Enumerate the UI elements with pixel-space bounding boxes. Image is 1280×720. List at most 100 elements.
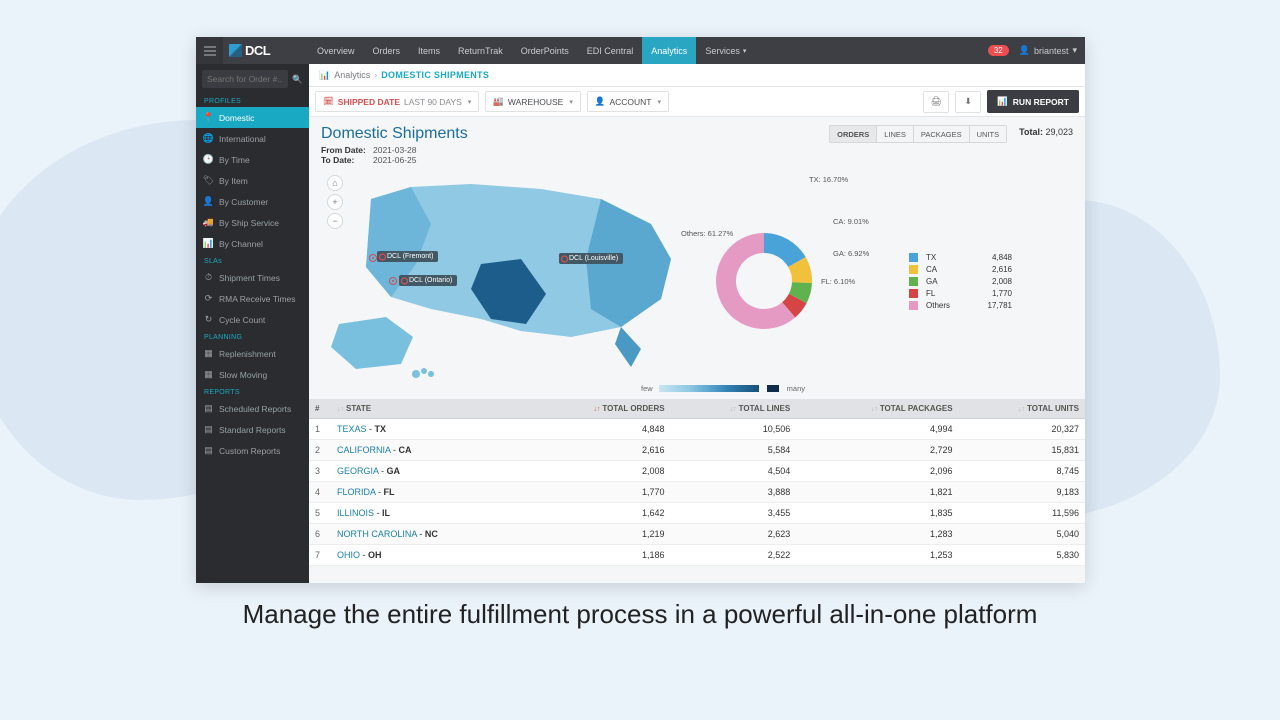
- sidebar-item-standard-reports[interactable]: ▤Standard Reports: [196, 419, 309, 440]
- nav-orders[interactable]: Orders: [364, 37, 410, 64]
- legend-value: 2,008: [972, 277, 1012, 286]
- sidebar-item-by-time[interactable]: 🕒 By Time: [196, 149, 309, 170]
- map-home-button[interactable]: ⌂: [327, 175, 343, 191]
- col-total-units[interactable]: ↓↑TOTAL UNITS: [959, 399, 1085, 419]
- map-pin-ontario[interactable]: [389, 277, 397, 285]
- user-name: briantest: [1034, 46, 1069, 56]
- sidebar-icon: ▤: [204, 445, 213, 456]
- map-zoom-in[interactable]: +: [327, 194, 343, 210]
- row-units: 8,745: [959, 461, 1085, 482]
- table-row[interactable]: 4FLORIDA - FL1,7703,8881,8219,183: [309, 482, 1085, 503]
- menu-toggle[interactable]: [196, 37, 223, 64]
- sidebar-item-by-channel[interactable]: 📊By Channel: [196, 233, 309, 254]
- state-link[interactable]: TEXAS: [337, 424, 367, 434]
- nav-services[interactable]: Services▾: [696, 37, 755, 64]
- table-row[interactable]: 7OHIO - OH1,1862,5221,2535,830: [309, 545, 1085, 566]
- notification-badge[interactable]: 32: [988, 45, 1009, 56]
- nav-orderpoints[interactable]: OrderPoints: [512, 37, 578, 64]
- donut-legend: TX4,848 CA2,616 GA2,008 FL1,770 Others17,781: [909, 250, 1012, 313]
- sidebar-item-by-customer[interactable]: 👤By Customer: [196, 191, 309, 212]
- run-report-button[interactable]: 📊 RUN REPORT: [987, 90, 1079, 113]
- state-link[interactable]: FLORIDA: [337, 487, 376, 497]
- legend-row-fl[interactable]: FL1,770: [909, 289, 1012, 298]
- filter-bar: 🗓 SHIPPED DATE LAST 90 DAYS ▾ 🏭 WAREHOUS…: [309, 87, 1085, 117]
- to-date-label: To Date:: [321, 155, 373, 165]
- col-state[interactable]: ↓↑STATE: [331, 399, 526, 419]
- row-lines: 3,455: [671, 503, 797, 524]
- state-link[interactable]: GEORGIA: [337, 466, 379, 476]
- search-icon[interactable]: 🔍: [292, 74, 303, 85]
- table-row[interactable]: 1TEXAS - TX4,84810,5064,99420,327: [309, 419, 1085, 440]
- map-zoom-out[interactable]: −: [327, 213, 343, 229]
- sidebar-item-slow-moving[interactable]: ▦Slow Moving: [196, 364, 309, 385]
- state-link[interactable]: CALIFORNIA: [337, 445, 391, 455]
- crumb-root[interactable]: Analytics: [334, 70, 370, 80]
- row-lines: 2,623: [671, 524, 797, 545]
- table-row[interactable]: 6NORTH CAROLINA - NC1,2192,6231,2835,040: [309, 524, 1085, 545]
- map-pin-fremont[interactable]: [369, 254, 377, 262]
- topbar: DCL OverviewOrdersItemsReturnTrakOrderPo…: [196, 37, 1085, 64]
- chevron-down-icon: ▾: [1072, 45, 1077, 56]
- segment-lines[interactable]: LINES: [876, 125, 913, 143]
- legend-row-others[interactable]: Others17,781: [909, 301, 1012, 310]
- sidebar-item-domestic[interactable]: 📍Domestic: [196, 107, 309, 128]
- row-index: 7: [309, 545, 331, 566]
- sidebar-icon: 📊: [204, 238, 213, 249]
- col--[interactable]: #: [309, 399, 331, 419]
- donut-chart[interactable]: Others: 61.27% TX: 16.70% CA: 9.01% GA: …: [699, 169, 1073, 393]
- segment-orders[interactable]: ORDERS: [829, 125, 876, 143]
- state-code: CA: [399, 445, 412, 455]
- crumb-current: DOMESTIC SHIPMENTS: [381, 70, 489, 80]
- sidebar-item-international[interactable]: 🌐International: [196, 128, 309, 149]
- calendar-icon: 🗓: [323, 96, 334, 107]
- nav-edi-central[interactable]: EDI Central: [578, 37, 643, 64]
- sidebar-item-custom-reports[interactable]: ▤Custom Reports: [196, 440, 309, 461]
- legend-row-ga[interactable]: GA2,008: [909, 277, 1012, 286]
- row-lines: 5,584: [671, 440, 797, 461]
- sidebar-item-scheduled-reports[interactable]: ▤Scheduled Reports: [196, 398, 309, 419]
- table-row[interactable]: 3GEORGIA - GA2,0084,5042,0968,745: [309, 461, 1085, 482]
- row-state: TEXAS - TX: [331, 419, 526, 440]
- sidebar-item-by-ship-service[interactable]: 🚚By Ship Service: [196, 212, 309, 233]
- table-row[interactable]: 5ILLINOIS - IL1,6423,4551,83511,596: [309, 503, 1085, 524]
- sidebar-item-by-item[interactable]: 🏷By Item: [196, 170, 309, 191]
- state-link[interactable]: ILLINOIS: [337, 508, 374, 518]
- sidebar-item-shipment-times[interactable]: ⏱Shipment Times: [196, 267, 309, 288]
- nav-overview[interactable]: Overview: [308, 37, 364, 64]
- table-row[interactable]: 2CALIFORNIA - CA2,6165,5842,72915,831: [309, 440, 1085, 461]
- row-packages: 2,729: [796, 440, 958, 461]
- col-total-lines[interactable]: ↓↑TOTAL LINES: [671, 399, 797, 419]
- sidebar-item-label: By Time: [219, 155, 250, 165]
- col-total-packages[interactable]: ↓↑TOTAL PACKAGES: [796, 399, 958, 419]
- sidebar-icon: ⟳: [204, 293, 213, 304]
- sidebar-icon: 🏷: [204, 175, 213, 186]
- row-state: FLORIDA - FL: [331, 482, 526, 503]
- sidebar-item-rma-receive-times[interactable]: ⟳RMA Receive Times: [196, 288, 309, 309]
- filter-warehouse[interactable]: 🏭 WAREHOUSE ▾: [485, 91, 581, 112]
- state-link[interactable]: NORTH CAROLINA: [337, 529, 417, 539]
- col-total-orders[interactable]: ↓↑TOTAL ORDERS: [526, 399, 670, 419]
- nav-returntrak[interactable]: ReturnTrak: [449, 37, 512, 64]
- sidebar-item-replenishment[interactable]: ▦Replenishment: [196, 343, 309, 364]
- search-input[interactable]: [202, 70, 288, 88]
- row-packages: 1,835: [796, 503, 958, 524]
- segment-units[interactable]: UNITS: [969, 125, 1008, 143]
- download-button[interactable]: ⬇: [955, 91, 981, 113]
- filter-shipped-date[interactable]: 🗓 SHIPPED DATE LAST 90 DAYS ▾: [315, 91, 479, 112]
- legend-row-ca[interactable]: CA2,616: [909, 265, 1012, 274]
- legend-row-tx[interactable]: TX4,848: [909, 253, 1012, 262]
- legend-name: TX: [926, 253, 964, 262]
- segment-packages[interactable]: PACKAGES: [913, 125, 969, 143]
- row-index: 6: [309, 524, 331, 545]
- filter-account[interactable]: 👤 ACCOUNT ▾: [587, 91, 669, 112]
- nav-items[interactable]: Items: [409, 37, 449, 64]
- user-menu[interactable]: 👤 briantest ▾: [1019, 45, 1077, 56]
- map-chart[interactable]: ⌂ + −: [321, 169, 691, 393]
- nav-analytics[interactable]: Analytics: [642, 37, 696, 64]
- callout-others: Others: 61.27%: [681, 229, 733, 238]
- print-button[interactable]: 🖨: [923, 91, 949, 113]
- state-link[interactable]: OHIO: [337, 550, 360, 560]
- sidebar-icon: 🕒: [204, 154, 213, 165]
- sidebar-item-cycle-count[interactable]: ↻Cycle Count: [196, 309, 309, 330]
- row-state: NORTH CAROLINA - NC: [331, 524, 526, 545]
